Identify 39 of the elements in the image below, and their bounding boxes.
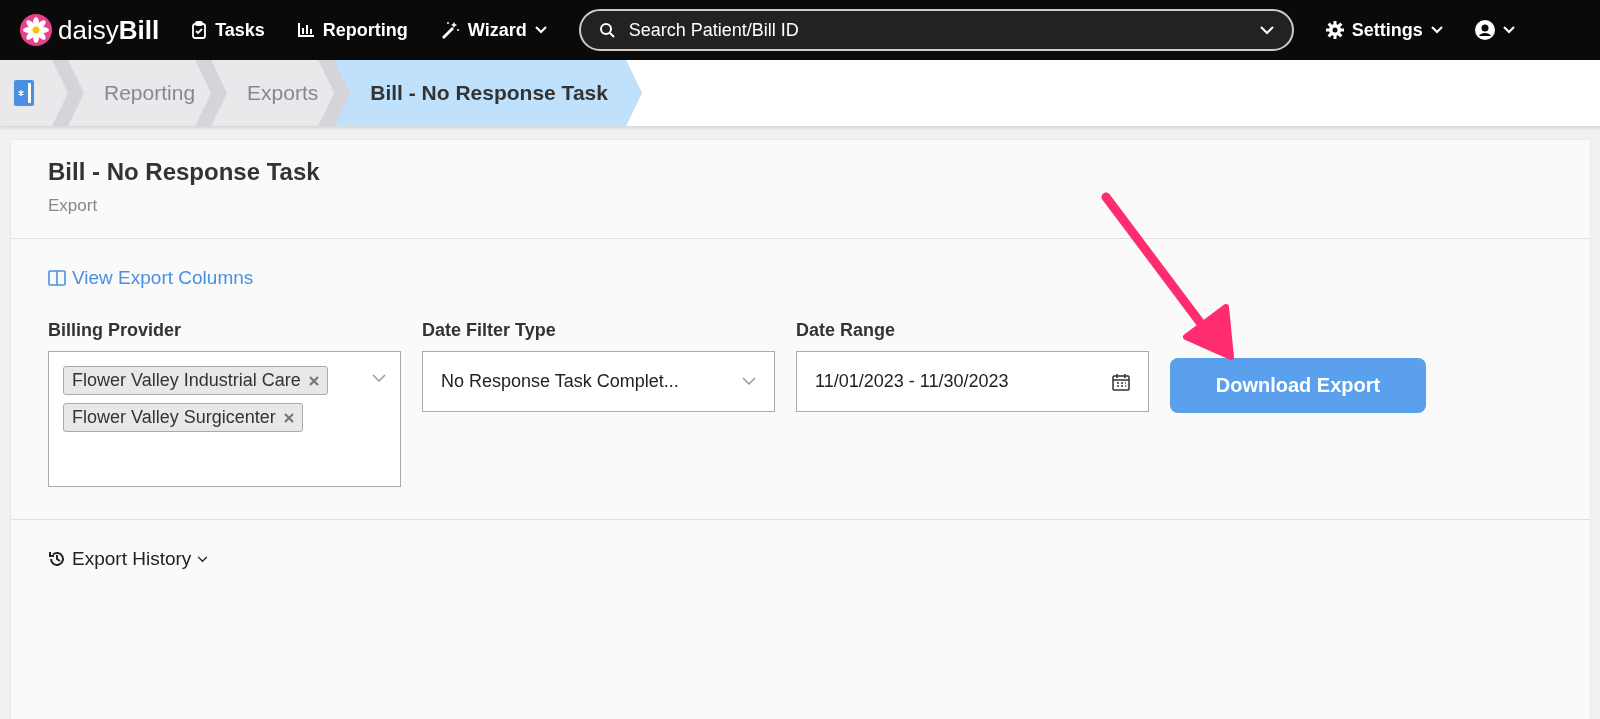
chevron-down-icon (1502, 26, 1515, 34)
brand-name[interactable]: daisyBill (58, 14, 160, 46)
field-label: Date Range (796, 320, 897, 341)
nav-link[interactable]: Tasks (191, 19, 265, 41)
clipboard-check-icon (191, 21, 208, 39)
search-icon (598, 22, 615, 38)
remove-icon[interactable] (308, 375, 319, 386)
page-subtitle: Export (48, 196, 99, 216)
settings-menu[interactable]: Settings (1325, 19, 1443, 41)
chevron-down-icon (372, 374, 386, 383)
export-history-toggle[interactable]: Export History (48, 548, 209, 570)
columns-icon (48, 270, 66, 286)
breadcrumb-item[interactable] (0, 60, 68, 126)
bar-chart-icon (296, 22, 315, 38)
select-field[interactable]: No Response Task Complet... (422, 351, 775, 412)
flower-logo-icon (20, 14, 52, 46)
chevron-down-icon (197, 555, 209, 563)
field-label: Date Filter Type (422, 320, 557, 341)
user-avatar-icon (1474, 20, 1495, 40)
provider-tag: Flower Valley Industrial Care (63, 366, 328, 395)
chevron-down-icon (1259, 25, 1274, 35)
nav-link[interactable]: Reporting (296, 19, 408, 41)
remove-icon[interactable] (283, 412, 294, 423)
search-input[interactable]: Search Patient/Bill ID (626, 18, 1248, 42)
gear-icon (1325, 21, 1344, 39)
field-label: Billing Provider (48, 320, 183, 341)
history-icon (48, 550, 66, 568)
breadcrumb-item[interactable]: Bill - No Response Task (334, 60, 642, 126)
page-title: Bill - No Response Task (48, 158, 321, 186)
date-range-field[interactable]: 11/01/2023 - 11/30/2023 (796, 351, 1149, 412)
document-icon (14, 80, 34, 106)
provider-tag: Flower Valley Surgicenter (63, 403, 303, 432)
user-menu[interactable] (1474, 20, 1515, 40)
search-field[interactable]: Search Patient/Bill ID (578, 9, 1294, 51)
nav-link[interactable]: Wizard (439, 19, 547, 41)
chevron-down-icon (742, 377, 756, 386)
multi-select-field[interactable]: Flower Valley Industrial Care Flower Valley Surgicenter (48, 351, 401, 487)
calendar-icon (1112, 372, 1130, 391)
chevron-down-icon (1430, 26, 1443, 34)
